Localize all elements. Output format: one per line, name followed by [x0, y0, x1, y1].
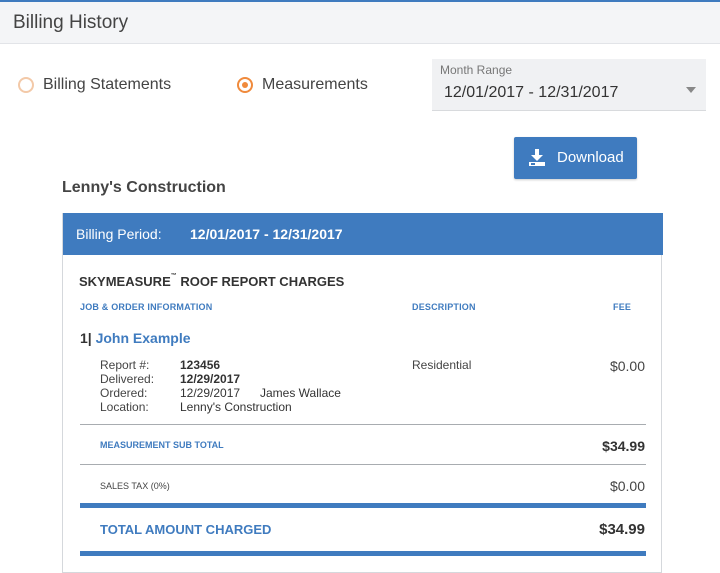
divider [80, 424, 646, 425]
billing-statements-label: Billing Statements [43, 76, 172, 93]
column-header-job: JOB & ORDER INFORMATION [80, 302, 213, 312]
radio-unselected-icon [18, 77, 34, 93]
delivered-label: Delivered: [100, 372, 155, 386]
radio-selected-icon [237, 77, 253, 93]
ordered-by: James Wallace [260, 386, 341, 400]
billing-period-bar: Billing Period: 12/01/2017 - 12/31/2017 [63, 213, 663, 255]
page-header: Billing History [0, 2, 720, 44]
total-label: TOTAL AMOUNT CHARGED [100, 522, 272, 537]
order-title: 1| John Example [80, 330, 191, 346]
section-title: SKYMEASURE™ ROOF REPORT CHARGES [79, 273, 345, 289]
total-value: $34.99 [599, 521, 645, 538]
billing-statements-radio[interactable]: Billing Statements [18, 75, 171, 95]
billing-period-label: Billing Period: [76, 226, 162, 242]
total-top-rule [80, 503, 646, 508]
order-number: 1| [80, 330, 92, 346]
location-label: Location: [100, 400, 149, 414]
sales-tax-label: SALES TAX (0%) [100, 481, 170, 491]
measurements-radio[interactable]: Measurements [237, 75, 368, 95]
trademark-mark: ™ [170, 273, 177, 279]
order-description: Residential [412, 358, 472, 372]
subtotal-label: MEASUREMENT SUB TOTAL [100, 440, 224, 450]
month-range-select[interactable]: Month Range 12/01/2017 - 12/31/2017 [432, 59, 706, 111]
ordered-label: Ordered: [100, 386, 148, 400]
measurements-label: Measurements [262, 76, 368, 93]
location-value: Lenny's Construction [180, 400, 292, 414]
report-label: Report #: [100, 358, 150, 372]
ordered-value: 12/29/2017 [180, 386, 241, 400]
column-header-fee: FEE [613, 302, 632, 312]
report-value: 123456 [180, 358, 221, 372]
section-title-brand: SKYMEASURE [79, 274, 171, 289]
billing-card: Billing Period: 12/01/2017 - 12/31/2017 … [62, 213, 663, 573]
order-customer-link[interactable]: John Example [96, 330, 191, 346]
month-range-value: 12/01/2017 - 12/31/2017 [444, 84, 619, 101]
subtotal-value: $34.99 [602, 438, 645, 454]
download-icon [529, 149, 545, 166]
company-name: Lenny's Construction [62, 179, 226, 196]
billing-period-value: 12/01/2017 - 12/31/2017 [190, 226, 343, 242]
sales-tax-value: $0.00 [609, 478, 645, 494]
divider [80, 464, 646, 465]
order-fee: $0.00 [609, 358, 645, 374]
dropdown-caret-icon [686, 87, 696, 93]
total-bottom-rule [80, 551, 646, 556]
delivered-value: 12/29/2017 [180, 372, 241, 386]
month-range-label: Month Range [440, 63, 513, 77]
page-title: Billing History [13, 12, 129, 33]
download-button[interactable]: Download [514, 137, 637, 179]
section-title-rest: ROOF REPORT CHARGES [176, 274, 345, 289]
download-label: Download [557, 149, 624, 166]
column-header-description: DESCRIPTION [412, 302, 476, 312]
